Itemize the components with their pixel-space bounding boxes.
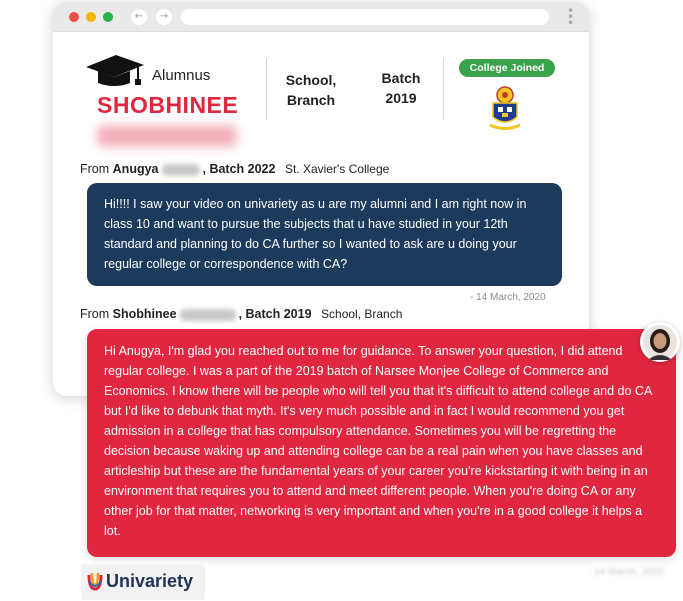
header-divider (443, 58, 444, 120)
sender-batch: , Batch 2022 (202, 162, 276, 176)
sender-first-name: Shobhinee (112, 307, 177, 321)
batch-label: Batch (381, 70, 421, 86)
sender-surname-redacted (161, 163, 200, 176)
answer-sender-line: From Shobhinee , Batch 2019 School, Branc… (80, 307, 402, 321)
alumnus-surname-redacted (97, 125, 237, 147)
kebab-menu-icon[interactable]: • • • (567, 5, 574, 29)
maximize-window-button[interactable] (103, 12, 113, 22)
batch-info: Batch 2019 (372, 68, 430, 108)
from-prefix: From (80, 162, 110, 176)
from-prefix: From (80, 307, 110, 321)
college-joined-badge: College Joined (459, 59, 555, 77)
school-line: School, (285, 72, 337, 88)
brand-name: Univariety (106, 571, 194, 591)
sender-first-name: Anugya (112, 162, 159, 176)
alumnus-label: Alumnus (152, 67, 211, 84)
minimize-window-button[interactable] (86, 12, 96, 22)
answer-message-bubble: Hi Anugya, I'm glad you reached out to m… (87, 329, 676, 557)
close-window-button[interactable] (69, 12, 79, 22)
browser-titlebar: ← → • • • (53, 2, 589, 32)
back-arrow-icon[interactable]: ← (131, 9, 147, 25)
sender-batch: , Batch 2019 (238, 307, 312, 321)
header-divider (266, 58, 267, 120)
question-date: - 14 March, 2020 (470, 292, 546, 303)
avatar-portrait-icon (643, 325, 677, 360)
school-branch: School, Branch (280, 70, 342, 110)
user-avatar (640, 322, 680, 362)
sender-surname-redacted (179, 308, 236, 321)
univariety-logo[interactable]: Univariety (81, 564, 205, 600)
address-bar[interactable] (181, 9, 549, 25)
graduation-cap-icon (86, 55, 144, 86)
college-crest-icon (489, 86, 521, 130)
univariety-logo-icon (87, 572, 103, 591)
sender-college: School, Branch (321, 307, 403, 321)
answer-date-redacted: - 14 March, 2020 (588, 567, 664, 578)
question-message-bubble: Hi!!!! I saw your video on univariety as… (87, 183, 562, 286)
sender-college: St. Xavier's College (284, 162, 390, 176)
branch-line: Branch (286, 92, 336, 108)
question-sender-line: From Anugya , Batch 2022 St. Xavier's Col… (80, 162, 389, 176)
forward-arrow-icon[interactable]: → (156, 9, 172, 25)
batch-year: 2019 (385, 90, 417, 106)
alumnus-name: SHOBHINEE (97, 92, 239, 118)
